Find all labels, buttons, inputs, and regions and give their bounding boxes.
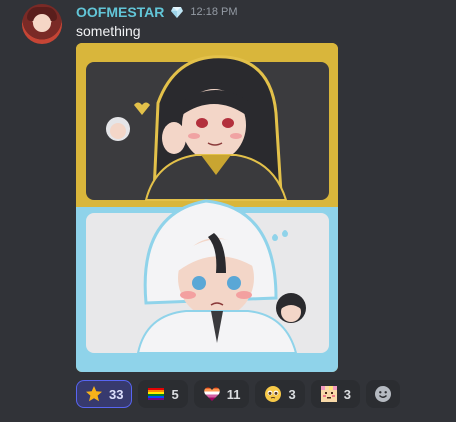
- message-header: OOFMESTAR 12:18 PM: [76, 3, 238, 21]
- pleading-face-emoji-icon: [264, 385, 282, 403]
- star-emoji-icon: [85, 385, 103, 403]
- anime-fanart-image: [76, 43, 338, 372]
- message-text: something: [76, 23, 141, 39]
- reaction-count: 3: [343, 386, 351, 402]
- reaction-count: 11: [226, 386, 241, 402]
- rainbow-flag-emoji-icon: [147, 385, 165, 403]
- avatar-face: [33, 14, 51, 32]
- chat-message: OOFMESTAR 12:18 PM something 33 5 11 3 3: [0, 0, 456, 422]
- author-avatar[interactable]: [22, 4, 62, 44]
- reaction-count: 5: [171, 386, 179, 402]
- pixel-blush-emoji-icon: [320, 385, 338, 403]
- reaction-star[interactable]: 33: [76, 380, 133, 408]
- reactions-bar: 33 5 11 3 3: [76, 380, 400, 408]
- author-username[interactable]: OOFMESTAR: [76, 4, 164, 20]
- add-reaction-button[interactable]: [365, 380, 400, 408]
- reaction-lesbian-heart[interactable]: 11: [193, 380, 250, 408]
- lesbian-heart-emoji-icon: [203, 385, 221, 403]
- reaction-count: 33: [109, 386, 124, 402]
- image-attachment[interactable]: [76, 43, 338, 372]
- reaction-pixel-blush[interactable]: 3: [310, 380, 360, 408]
- crystal-badge-icon[interactable]: [170, 5, 184, 19]
- reaction-count: 3: [288, 386, 296, 402]
- reaction-pleading-face[interactable]: 3: [255, 380, 305, 408]
- smiley-add-icon: [374, 385, 392, 403]
- message-timestamp: 12:18 PM: [190, 6, 238, 18]
- reaction-rainbow-flag[interactable]: 5: [138, 380, 188, 408]
